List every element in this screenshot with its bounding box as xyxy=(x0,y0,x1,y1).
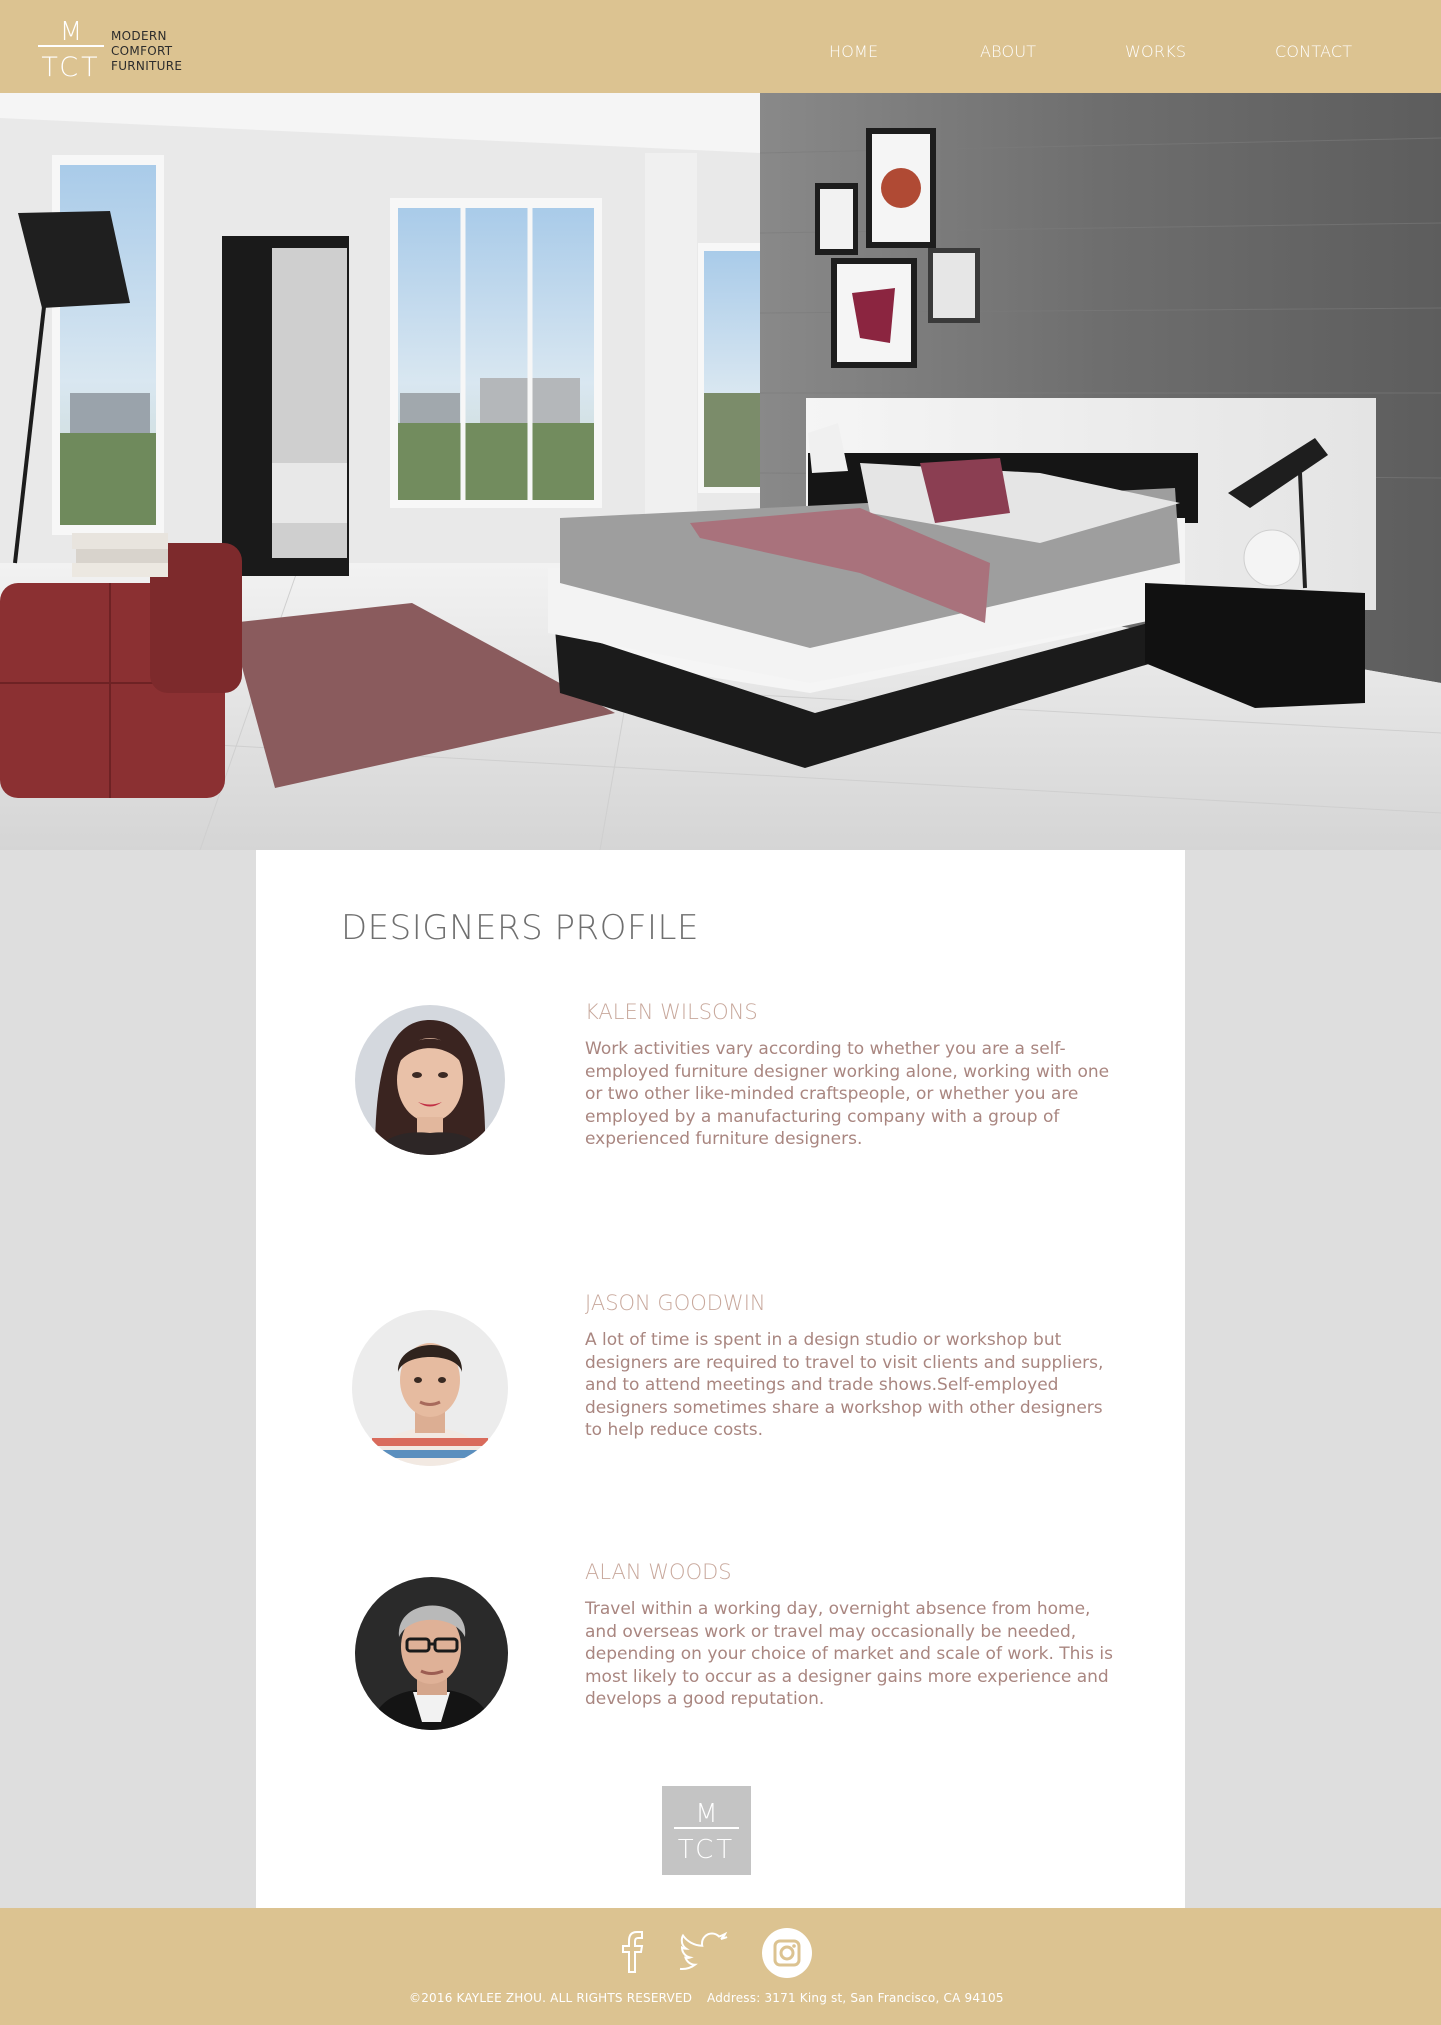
avatar xyxy=(352,1310,508,1466)
footer-logo-mark: M TCT xyxy=(662,1786,751,1875)
site-header: M TCT MODERN COMFORT FURNITURE HOME ABOU… xyxy=(0,0,1441,93)
designer-name: ALAN WOODS xyxy=(585,1560,732,1584)
brand-logo[interactable]: M TCT MODERN COMFORT FURNITURE xyxy=(38,16,188,80)
designers-section: DESIGNERS PROFILE KALEN WILSONS Work act… xyxy=(256,850,1185,1908)
brand-line: FURNITURE xyxy=(111,59,183,73)
designer-name: KALEN WILSONS xyxy=(585,1000,758,1024)
address-text: Address: 3171 King st, San Francisco, CA… xyxy=(707,1991,1004,2005)
twitter-icon[interactable] xyxy=(678,1928,728,1974)
avatar xyxy=(355,1577,508,1730)
brand-line: COMFORT xyxy=(111,44,173,58)
nav-home[interactable]: HOME xyxy=(829,42,878,61)
logo-mark-bottom: TCT xyxy=(41,52,100,80)
brand-line: MODERN xyxy=(111,29,167,43)
copyright-text: ©2016 KAYLEE ZHOU. ALL RIGHTS RESERVED xyxy=(409,1991,693,2005)
site-footer: ©2016 KAYLEE ZHOU. ALL RIGHTS RESERVED A… xyxy=(0,1908,1441,2025)
svg-text:M: M xyxy=(695,1799,717,1829)
designer-bio: Work activities vary according to whethe… xyxy=(585,1039,1110,1149)
logo-mark: M TCT xyxy=(38,17,104,80)
logo-mark-top: M xyxy=(60,17,82,47)
nav-contact[interactable]: CONTACT xyxy=(1275,42,1352,61)
svg-text:TCT: TCT xyxy=(678,1835,735,1865)
brand-name: MODERN COMFORT FURNITURE xyxy=(111,29,182,74)
designer-name: JASON GOODWIN xyxy=(585,1291,766,1315)
section-title: DESIGNERS PROFILE xyxy=(341,908,699,948)
avatar xyxy=(355,1005,505,1155)
designer-bio: Travel within a working day, overnight a… xyxy=(585,1599,1113,1709)
hero-bedroom-image xyxy=(0,93,1441,850)
facebook-icon[interactable] xyxy=(618,1928,648,1974)
nav-about[interactable]: ABOUT xyxy=(980,42,1036,61)
nav-works[interactable]: WORKS xyxy=(1125,42,1186,61)
instagram-icon[interactable] xyxy=(762,1928,812,1978)
designer-bio: A lot of time is spent in a design studi… xyxy=(585,1330,1104,1440)
